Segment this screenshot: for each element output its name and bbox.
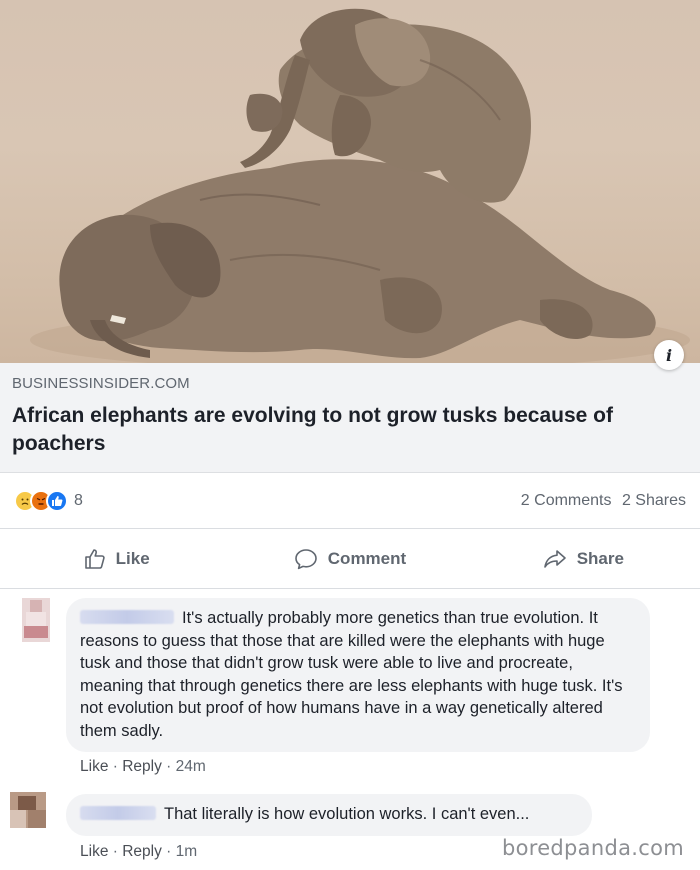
shares-count-link[interactable]: 2 Shares: [622, 492, 686, 509]
link-headline[interactable]: African elephants are evolving to not gr…: [12, 402, 688, 458]
reactions-summary: 8 2 Comments 2 Shares: [0, 473, 700, 529]
comment-meta: Like · Reply · 24m: [80, 758, 206, 775]
link-preview-caption[interactable]: BUSINESSINSIDER.COM African elephants ar…: [0, 363, 700, 473]
reaction-count: 8: [74, 491, 83, 509]
comments-count-link[interactable]: 2 Comments: [521, 492, 612, 509]
link-preview-image[interactable]: [0, 0, 700, 363]
elephants-photo: [30, 8, 690, 363]
comment-reply-link[interactable]: Reply: [122, 843, 162, 860]
comment-text: It's actually probably more genetics tha…: [80, 609, 623, 740]
share-button-label: Share: [576, 548, 624, 568]
comment-button[interactable]: Comment: [233, 529, 466, 588]
thumbs-up-icon: [84, 548, 105, 569]
like-button[interactable]: Like: [0, 529, 233, 588]
speech-bubble-icon: [294, 548, 317, 569]
avatar[interactable]: [22, 598, 50, 642]
comment-text: That literally is how evolution works. I…: [164, 805, 530, 823]
comment-reply-link[interactable]: Reply: [122, 758, 162, 775]
reaction-icons[interactable]: 8: [14, 489, 83, 512]
like-reaction-icon: [46, 489, 68, 512]
link-domain: BUSINESSINSIDER.COM: [12, 375, 190, 392]
comment-bubble: It's actually probably more genetics tha…: [66, 598, 650, 752]
comment-like-link[interactable]: Like: [80, 843, 108, 860]
commenter-name-redacted[interactable]: [80, 806, 156, 820]
comment-timestamp[interactable]: 1m: [176, 843, 198, 860]
watermark: boredpanda.com: [501, 836, 684, 860]
info-icon[interactable]: i: [654, 340, 684, 370]
post-action-bar: Like Comment Share: [0, 529, 700, 589]
share-arrow-icon: [543, 549, 566, 568]
comment-button-label: Comment: [327, 548, 407, 568]
like-button-label: Like: [115, 548, 150, 568]
comment-timestamp[interactable]: 24m: [176, 758, 206, 775]
share-button[interactable]: Share: [467, 529, 700, 588]
comment-meta: Like · Reply · 1m: [80, 843, 198, 860]
avatar[interactable]: [10, 792, 46, 828]
comment-bubble: That literally is how evolution works. I…: [66, 794, 592, 836]
commenter-name-redacted[interactable]: [80, 610, 174, 624]
comment-like-link[interactable]: Like: [80, 758, 108, 775]
engagement-counts: 2 Comments 2 Shares: [515, 492, 686, 510]
